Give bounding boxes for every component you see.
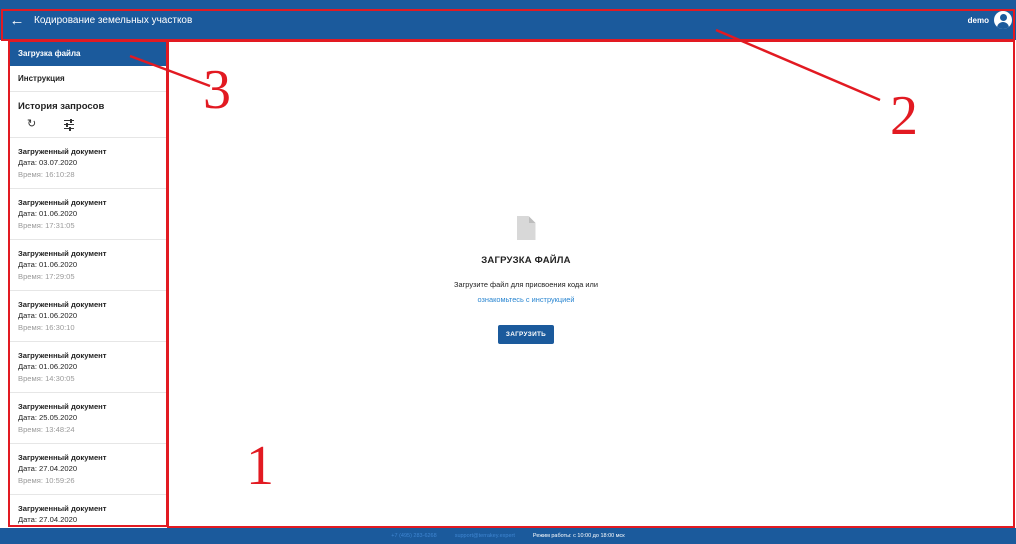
app-title: Кодирование земельных участков bbox=[34, 14, 193, 26]
doc-time: Время: 13:48:24 bbox=[18, 425, 75, 434]
history-list-item[interactable]: Загруженный документ Дата: 03.07.2020 Вр… bbox=[9, 138, 166, 189]
doc-time: Время: 16:10:28 bbox=[18, 170, 75, 179]
doc-date: Дата: 27.04.2020 bbox=[18, 515, 78, 524]
doc-date: Дата: 25.05.2020 bbox=[18, 413, 78, 422]
working-hours: Режим работы: с 10:00 до 18:00 мск bbox=[532, 533, 625, 539]
annotation-number-1: 1 bbox=[246, 435, 274, 497]
instruction-link[interactable]: ознакомьтесь с инструкцией bbox=[478, 295, 575, 304]
doc-date: Дата: 01.06.2020 bbox=[18, 311, 78, 320]
doc-name: Загруженный документ bbox=[18, 249, 107, 258]
doc-name: Загруженный документ bbox=[18, 402, 107, 411]
app-header: ← Кодирование земельных участков demo bbox=[0, 0, 1016, 40]
doc-time: Время: 10:59:26 bbox=[18, 476, 75, 485]
doc-name: Загруженный документ bbox=[18, 504, 107, 513]
sidebar-item-upload[interactable]: Загрузка файла bbox=[9, 40, 166, 66]
upload-panel: ЗАГРУЗКА ФАЙЛА Загрузите файл для присво… bbox=[426, 216, 626, 344]
upload-description: Загрузите файл для присвоения кода или bbox=[454, 280, 598, 289]
annotation-number-3: 3 bbox=[203, 59, 231, 121]
account-circle-icon[interactable] bbox=[994, 11, 1012, 29]
history-list-item[interactable]: Загруженный документ Дата: 01.06.2020 Вр… bbox=[9, 342, 166, 393]
user-menu[interactable]: demo bbox=[968, 11, 1016, 29]
doc-name: Загруженный документ bbox=[18, 453, 107, 462]
history-list-item[interactable]: Загруженный документ Дата: 25.05.2020 Вр… bbox=[9, 393, 166, 444]
doc-date: Дата: 01.06.2020 bbox=[18, 209, 78, 218]
doc-time: Время: 17:29:05 bbox=[18, 272, 75, 281]
doc-date: Дата: 01.06.2020 bbox=[18, 362, 78, 371]
history-list-item[interactable]: Загруженный документ Дата: 27.04.2020 bbox=[9, 495, 166, 526]
sidebar: Загрузка файла Инструкция История запрос… bbox=[9, 40, 166, 526]
file-icon bbox=[516, 216, 536, 240]
doc-time: Время: 14:30:05 bbox=[18, 374, 75, 383]
doc-name: Загруженный документ bbox=[18, 198, 107, 207]
history-list-item[interactable]: Загруженный документ Дата: 01.06.2020 Вр… bbox=[9, 189, 166, 240]
sidebar-item-instruction[interactable]: Инструкция bbox=[9, 66, 166, 92]
sidebar-item-label: Загрузка файла bbox=[18, 48, 81, 58]
doc-time: Время: 17:31:05 bbox=[18, 221, 75, 230]
history-list-item[interactable]: Загруженный документ Дата: 01.06.2020 Вр… bbox=[9, 291, 166, 342]
support-phone-link[interactable]: +7 (495) 283-6268 bbox=[391, 533, 436, 539]
back-button[interactable]: ← bbox=[0, 0, 34, 40]
sidebar-item-label: Инструкция bbox=[18, 74, 65, 83]
history-toolbar: ↻ bbox=[9, 112, 166, 138]
doc-time: Время: 16:30:10 bbox=[18, 323, 75, 332]
doc-date: Дата: 03.07.2020 bbox=[18, 158, 78, 167]
support-email-link[interactable]: support@terrakey.expert bbox=[455, 533, 515, 539]
doc-name: Загруженный документ bbox=[18, 300, 107, 309]
history-title: История запросов bbox=[18, 101, 105, 112]
main-content: ЗАГРУЗКА ФАЙЛА Загрузите файл для присво… bbox=[168, 42, 1016, 526]
doc-name: Загруженный документ bbox=[18, 351, 107, 360]
history-list-item[interactable]: Загруженный документ Дата: 01.06.2020 Вр… bbox=[9, 240, 166, 291]
tune-filter-icon[interactable] bbox=[64, 118, 75, 131]
app-footer: +7 (495) 283-6268 support@terrakey.exper… bbox=[0, 528, 1016, 544]
history-list-item[interactable]: Загруженный документ Дата: 27.04.2020 Вр… bbox=[9, 444, 166, 495]
refresh-icon[interactable]: ↻ bbox=[27, 119, 36, 130]
app-window: ← Кодирование земельных участков demo За… bbox=[0, 0, 1016, 544]
arrow-left-icon: ← bbox=[9, 11, 25, 29]
user-name: demo bbox=[967, 15, 989, 25]
upload-button[interactable]: ЗАГРУЗИТЬ bbox=[497, 325, 555, 344]
upload-title: ЗАГРУЗКА ФАЙЛА bbox=[481, 255, 571, 266]
doc-date: Дата: 01.06.2020 bbox=[18, 260, 78, 269]
doc-name: Загруженный документ bbox=[18, 147, 107, 156]
doc-date: Дата: 27.04.2020 bbox=[18, 464, 78, 473]
annotation-number-2: 2 bbox=[890, 85, 918, 147]
